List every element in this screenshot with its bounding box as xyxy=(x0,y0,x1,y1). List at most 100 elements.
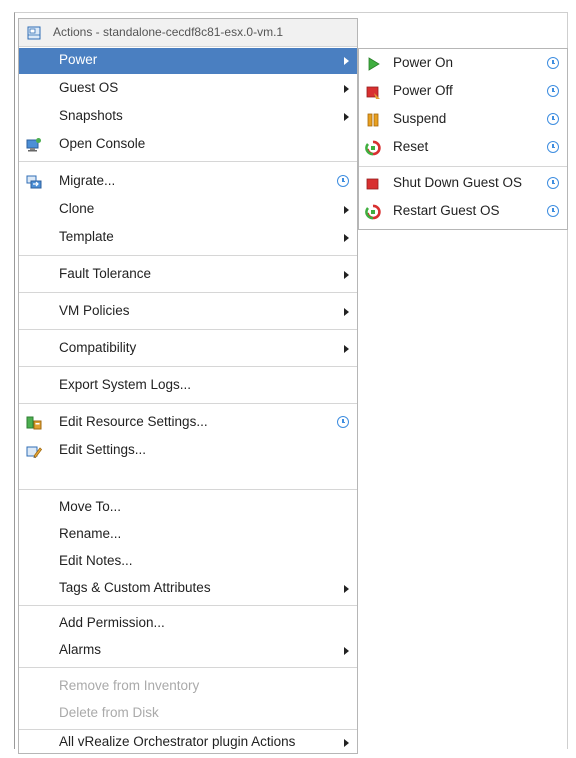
menu-item-vrealize-orchestrator-actions[interactable]: All vRealize Orchestrator plugin Actions xyxy=(19,730,357,756)
submenu-item-suspend[interactable]: Suspend xyxy=(359,107,567,133)
reset-icon xyxy=(365,140,381,156)
menu-divider xyxy=(19,605,357,606)
menu-item-label: Open Console xyxy=(59,136,146,151)
menu-divider xyxy=(19,403,357,404)
menu-item-edit-resource-settings[interactable]: Edit Resource Settings... xyxy=(19,410,357,436)
menu-item-guest-os[interactable]: Guest OS xyxy=(19,76,357,102)
menu-item-label: Move To... xyxy=(59,499,122,514)
menu-item-delete-from-disk: Delete from Disk xyxy=(19,701,357,727)
clock-icon xyxy=(547,141,559,153)
submenu-item-label: Suspend xyxy=(393,111,447,126)
menu-item-migrate[interactable]: Migrate... xyxy=(19,169,357,195)
submenu-arrow-icon xyxy=(344,57,349,65)
menu-item-label: Compatibility xyxy=(59,340,137,355)
suspend-icon xyxy=(367,113,379,127)
menu-divider xyxy=(19,489,357,490)
clock-icon xyxy=(547,113,559,125)
submenu-arrow-icon xyxy=(344,647,349,655)
submenu-arrow-icon xyxy=(344,739,349,747)
submenu-divider xyxy=(359,166,567,167)
menu-item-label: Snapshots xyxy=(59,108,123,123)
power-on-icon xyxy=(368,57,380,71)
menu-item-compatibility[interactable]: Compatibility xyxy=(19,336,357,362)
clock-icon xyxy=(547,57,559,69)
menu-item-fault-tolerance[interactable]: Fault Tolerance xyxy=(19,262,357,288)
clock-icon xyxy=(337,175,349,187)
menu-divider xyxy=(19,366,357,367)
menu-item-label: Edit Settings... xyxy=(59,442,147,457)
menu-divider xyxy=(19,329,357,330)
submenu-arrow-icon xyxy=(344,308,349,316)
power-off-icon xyxy=(366,86,380,99)
submenu-arrow-icon xyxy=(344,113,349,121)
menu-item-snapshots[interactable]: Snapshots xyxy=(19,104,357,130)
menu-item-template[interactable]: Template xyxy=(19,225,357,251)
menu-item-alarms[interactable]: Alarms xyxy=(19,638,357,664)
edit-settings-icon xyxy=(26,446,42,459)
menu-item-add-permission[interactable]: Add Permission... xyxy=(19,611,357,637)
submenu-item-power-off[interactable]: Power Off xyxy=(359,79,567,105)
menu-item-label: Edit Notes... xyxy=(59,553,133,568)
submenu-arrow-icon xyxy=(344,234,349,242)
submenu-item-power-on[interactable]: Power On xyxy=(359,51,567,77)
console-icon xyxy=(26,138,41,152)
menu-item-label: Power xyxy=(59,52,98,67)
submenu-item-restart-guest-os[interactable]: Restart Guest OS xyxy=(359,199,567,225)
menu-item-label: Guest OS xyxy=(59,80,119,95)
resource-settings-icon xyxy=(26,416,42,430)
submenu-item-shut-down-guest-os[interactable]: Shut Down Guest OS xyxy=(359,171,567,197)
menu-item-vm-policies[interactable]: VM Policies xyxy=(19,299,357,325)
menu-item-open-console[interactable]: Open Console xyxy=(19,132,357,158)
actions-menu: Actions - standalone-cecdf8c81-esx.0-vm.… xyxy=(18,18,358,754)
submenu-item-label: Reset xyxy=(393,139,429,154)
power-submenu: Power On Power Off Suspend Reset Shut Do… xyxy=(358,48,568,230)
menu-item-label: Remove from Inventory xyxy=(59,678,200,693)
vm-icon xyxy=(27,26,41,40)
menu-item-label: Alarms xyxy=(59,642,102,657)
menu-item-label: Delete from Disk xyxy=(59,705,159,720)
submenu-arrow-icon xyxy=(344,206,349,214)
menu-divider xyxy=(19,255,357,256)
menu-item-label: Fault Tolerance xyxy=(59,266,152,281)
submenu-item-label: Restart Guest OS xyxy=(393,203,500,218)
menu-item-rename[interactable]: Rename... xyxy=(19,522,357,548)
menu-item-export-system-logs[interactable]: Export System Logs... xyxy=(19,373,357,399)
menu-item-edit-notes[interactable]: Edit Notes... xyxy=(19,549,357,575)
clock-icon xyxy=(547,177,559,189)
menu-item-clone[interactable]: Clone xyxy=(19,197,357,223)
submenu-item-label: Shut Down Guest OS xyxy=(393,175,523,190)
menu-item-label: Add Permission... xyxy=(59,615,165,630)
restart-guest-icon xyxy=(365,204,381,220)
clock-icon xyxy=(337,416,349,428)
clock-icon xyxy=(547,205,559,217)
menu-item-label: Migrate... xyxy=(59,173,116,188)
clock-icon xyxy=(547,85,559,97)
menu-item-label: Template xyxy=(59,229,114,244)
submenu-item-label: Power Off xyxy=(393,83,453,98)
menu-title: Actions - standalone-cecdf8c81-esx.0-vm.… xyxy=(53,25,284,39)
submenu-item-label: Power On xyxy=(393,55,454,70)
menu-item-label: Export System Logs... xyxy=(59,377,192,392)
submenu-arrow-icon xyxy=(344,585,349,593)
menu-item-label: Clone xyxy=(59,201,95,216)
menu-item-tags-custom-attributes[interactable]: Tags & Custom Attributes xyxy=(19,576,357,602)
shutdown-guest-icon xyxy=(366,178,379,190)
menu-item-power[interactable]: Power xyxy=(19,48,357,74)
menu-item-edit-settings[interactable]: Edit Settings... xyxy=(19,438,357,464)
submenu-arrow-icon xyxy=(344,345,349,353)
menu-item-move-to[interactable]: Move To... xyxy=(19,495,357,521)
menu-item-label: Edit Resource Settings... xyxy=(59,414,208,429)
menu-item-label: All vRealize Orchestrator plugin Actions xyxy=(59,734,296,749)
menu-item-label: Tags & Custom Attributes xyxy=(59,580,211,595)
submenu-item-reset[interactable]: Reset xyxy=(359,135,567,161)
menu-header: Actions - standalone-cecdf8c81-esx.0-vm.… xyxy=(19,19,357,47)
menu-item-remove-from-inventory: Remove from Inventory xyxy=(19,674,357,700)
menu-item-label: Rename... xyxy=(59,526,122,541)
migrate-icon xyxy=(26,175,42,189)
menu-divider xyxy=(19,667,357,668)
menu-divider xyxy=(19,161,357,162)
menu-item-label: VM Policies xyxy=(59,303,130,318)
submenu-arrow-icon xyxy=(344,85,349,93)
menu-divider xyxy=(19,292,357,293)
submenu-arrow-icon xyxy=(344,271,349,279)
